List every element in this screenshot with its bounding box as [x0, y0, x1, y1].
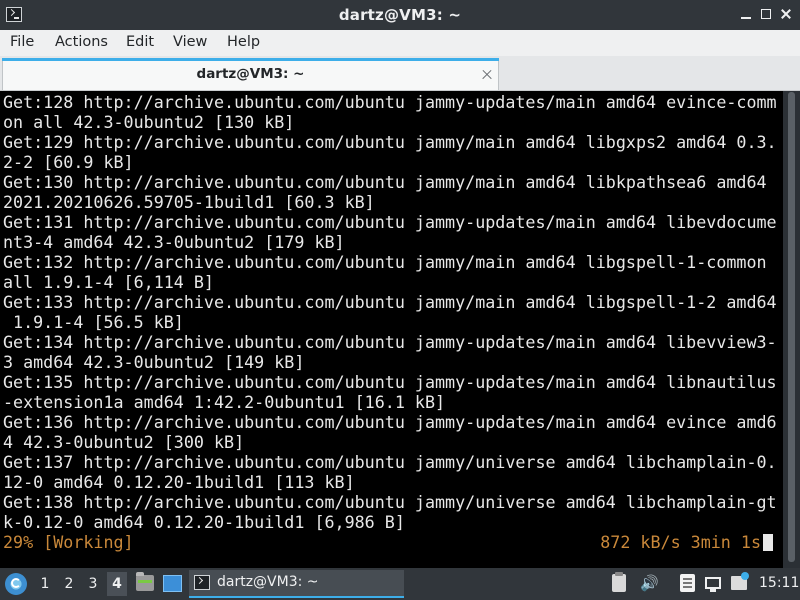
terminal-line: Get:132 http://archive.ubuntu.com/ubuntu… [3, 252, 767, 272]
terminal-line: Get:135 http://archive.ubuntu.com/ubuntu… [3, 372, 777, 392]
menu-help[interactable]: Help [227, 34, 260, 50]
terminal-line: 2021.20210626.59705-1build1 [60.3 kB] [3, 192, 375, 212]
terminal-line: Get:138 http://archive.ubuntu.com/ubuntu… [3, 492, 777, 512]
terminal-line: Get:131 http://archive.ubuntu.com/ubuntu… [3, 212, 777, 232]
tab-close-icon[interactable] [481, 69, 493, 81]
tab-terminal[interactable]: dartz@VM3: ~ [2, 58, 499, 90]
download-speed: 872 kB/s 3min 1s [600, 532, 761, 552]
terminal-line: Get:130 http://archive.ubuntu.com/ubuntu… [3, 172, 767, 192]
tab-bar: dartz@VM3: ~ [0, 56, 800, 91]
menu-actions[interactable]: Actions [55, 34, 108, 50]
terminal-icon [194, 575, 210, 590]
terminal-line: Get:137 http://archive.ubuntu.com/ubuntu… [3, 452, 777, 472]
menu-edit[interactable]: Edit [126, 34, 154, 50]
scrollbar-handle[interactable] [788, 92, 795, 562]
update-notifier-icon[interactable] [731, 572, 749, 590]
notes-icon[interactable] [680, 574, 695, 592]
desktop-4-button[interactable]: 4 [107, 572, 127, 596]
window-title: dartz@VM3: ~ [338, 6, 462, 24]
window-titlebar[interactable]: dartz@VM3: ~ [0, 0, 800, 30]
terminal-output[interactable]: Get:128 http://archive.ubuntu.com/ubuntu… [0, 91, 783, 568]
terminal-line: all 1.9.1-4 [6,114 B] [3, 272, 214, 292]
taskbar-terminal-task[interactable]: dartz@VM3: ~ [189, 570, 404, 598]
desktop-2-button[interactable]: 2 [61, 576, 77, 592]
menu-view[interactable]: View [173, 34, 207, 50]
terminal-line: k-0.12-0 amd64 0.12.20-1build1 [6,986 B] [3, 512, 405, 532]
terminal-line: Get:136 http://archive.ubuntu.com/ubuntu… [3, 412, 777, 432]
desktop-1-button[interactable]: 1 [37, 576, 53, 592]
terminal-line: 3 amd64 42.3-0ubuntu2 [149 kB] [3, 352, 305, 372]
network-icon[interactable] [705, 577, 721, 592]
menu-bar: File Actions Edit View Help [0, 30, 800, 56]
terminal-line: Get:133 http://archive.ubuntu.com/ubuntu… [3, 292, 777, 312]
terminal-cursor [763, 534, 773, 551]
terminal-lines: Get:128 http://archive.ubuntu.com/ubuntu… [3, 92, 777, 532]
clipboard-icon[interactable] [612, 572, 626, 592]
terminal-line: 4 42.3-0ubuntu2 [300 kB] [3, 432, 245, 452]
taskbar: 1 2 3 4 dartz@VM3: ~ 🔊 15:11 [0, 568, 800, 600]
tab-label: dartz@VM3: ~ [196, 66, 305, 82]
desktop-3-button[interactable]: 3 [85, 576, 101, 592]
terminal-line: -extension1a amd64 1:42.2-0ubuntu1 [16.1… [3, 392, 446, 412]
clock[interactable]: 15:11 [759, 575, 799, 591]
minimize-button[interactable] [738, 6, 754, 22]
progress-status: 29% [Working] [3, 532, 134, 552]
terminal-line: 12-0 amd64 0.12.20-1build1 [113 kB] [3, 472, 355, 492]
show-desktop-icon[interactable] [163, 575, 182, 592]
terminal-line: Get:134 http://archive.ubuntu.com/ubuntu… [3, 332, 777, 352]
terminal-scrollbar[interactable] [783, 91, 800, 568]
terminal-line: nt3-4 amd64 42.3-0ubuntu2 [179 kB] [3, 232, 345, 252]
task-label: dartz@VM3: ~ [217, 574, 319, 590]
start-menu-icon[interactable] [5, 573, 27, 595]
file-manager-icon[interactable] [136, 572, 154, 591]
maximize-button[interactable] [758, 6, 774, 22]
apt-status-line: 29% [Working] 872 kB/s 3min 1s [3, 532, 773, 552]
terminal-line: Get:128 http://archive.ubuntu.com/ubuntu… [3, 92, 777, 112]
terminal-line: on all 42.3-0ubuntu2 [130 kB] [3, 112, 295, 132]
terminal-line: Get:129 http://archive.ubuntu.com/ubuntu… [3, 132, 777, 152]
terminal-line: 2-2 [60.9 kB] [3, 152, 134, 172]
volume-icon[interactable]: 🔊 [640, 574, 659, 592]
close-window-button[interactable] [778, 6, 794, 22]
menu-file[interactable]: File [10, 34, 34, 50]
terminal-line: 1.9.1-4 [56.5 kB] [3, 312, 184, 332]
